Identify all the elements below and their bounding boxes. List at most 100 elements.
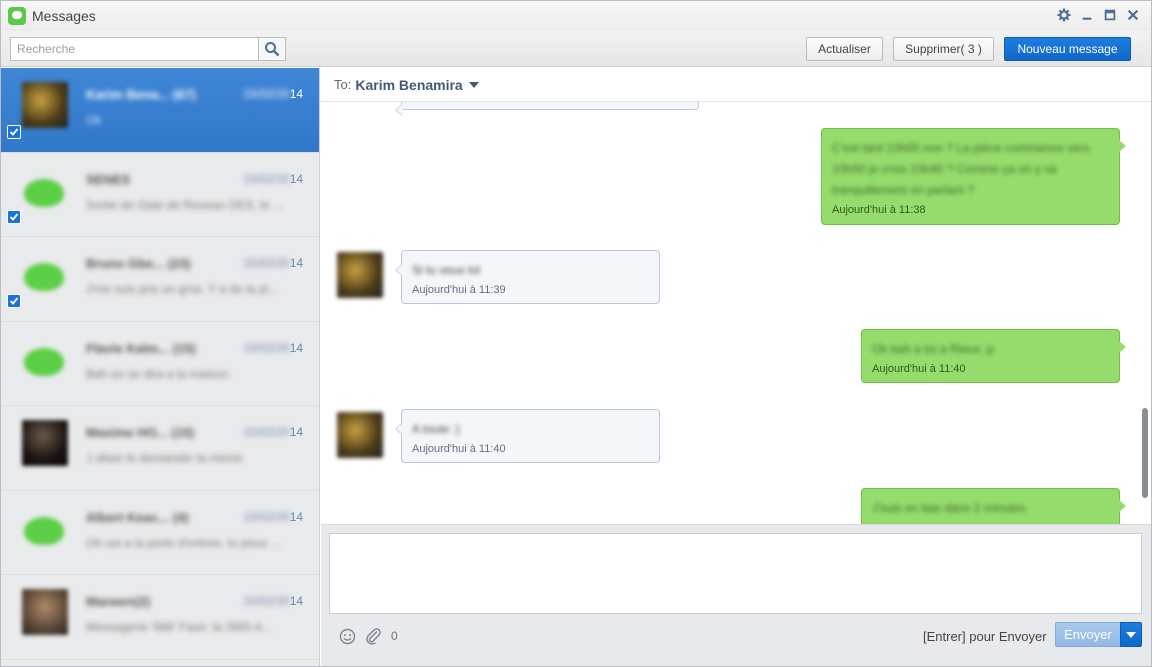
contact-avatar (22, 82, 68, 128)
message-bubble-outgoing: Ok bah a toi a Rieux :p Aujourd'hui à 11… (861, 329, 1126, 383)
new-message-button[interactable]: Nouveau message (1004, 37, 1131, 61)
maximize-icon[interactable] (1102, 7, 1118, 23)
conversation-date: 15/02/2014 (243, 87, 303, 101)
contact-name: Albert Keac... (4) (86, 509, 189, 525)
message-bubble-incoming: Si tu veux lol Aujourd'hui à 11:39 (395, 250, 660, 304)
conversation-date: 15/02/2014 (243, 256, 303, 270)
contact-name: Karim Bena... (67) (86, 87, 196, 102)
delete-button[interactable]: Supprimer( 3 ) (893, 37, 994, 61)
chevron-down-icon (1126, 631, 1136, 638)
recipient-dropdown-icon[interactable] (468, 81, 479, 88)
conversation-date: 15/02/2014 (243, 341, 303, 355)
conversation-item[interactable]: Flavie Kalm... (15) 15/02/2014 Bah on se d… (1, 322, 319, 406)
message-input[interactable] (329, 533, 1142, 614)
contact-avatar (22, 589, 68, 635)
conversation-checkbox[interactable] (7, 125, 21, 139)
contact-name: Flavie Kalm... (15) (86, 340, 196, 356)
message-bubble-outgoing: J'suis en bas dans 2 minutes (861, 488, 1126, 524)
conversation-checkbox[interactable] (7, 209, 21, 224)
recipient-name[interactable]: Karim Benamira (355, 77, 462, 93)
send-button[interactable]: Envoyer (1055, 622, 1121, 647)
composer: 0 [Entrer] pour Envoyer Envoyer (321, 524, 1151, 666)
toolbar: Actualiser Supprimer( 3 ) Nouveau messag… (1, 31, 1151, 67)
message-bubble-incoming: A toute :) Aujourd'hui à 11:40 (395, 409, 660, 463)
date-prefix: 15/02/20 (243, 340, 290, 355)
message-time: Aujourd'hui à 11:40 (872, 363, 966, 375)
date-prefix: 15/02/20 (243, 509, 290, 524)
message-time: Aujourd'hui à 11:38 (832, 204, 926, 216)
conversation-item[interactable]: Marwen(2) 15/02/2014 Messagerie '666' Faxe… (1, 575, 319, 660)
message-text: A toute :) (412, 422, 461, 436)
message-thread: C'est tard 10h00 non ? La pièce commence… (321, 102, 1151, 524)
search-box (10, 37, 286, 61)
contact-name: Maxime HO... (15) (86, 425, 195, 440)
contact-avatar (337, 252, 383, 298)
date-suffix: 14 (289, 425, 304, 439)
message-snippet: Ok (86, 113, 102, 127)
date-prefix: 15/02/20 (243, 87, 290, 101)
contact-avatar (337, 412, 383, 458)
window-title: Messages (32, 8, 96, 24)
refresh-button[interactable]: Actualiser (806, 37, 883, 61)
close-icon[interactable] (1125, 7, 1141, 23)
search-icon (265, 42, 280, 57)
conversation-item[interactable]: SENES 15/02/2014 Sortie de Gate de Reveau … (1, 153, 319, 237)
chat-header: To: Karim Benamira (321, 68, 1151, 102)
date-suffix: 14 (289, 256, 304, 270)
contact-name: Bruno Gbe... (23) (86, 256, 191, 271)
to-label: To: (334, 77, 352, 92)
thread-scrollbar[interactable] (1142, 408, 1148, 498)
conversation-checkbox[interactable] (7, 294, 21, 308)
emoji-icon[interactable] (338, 627, 356, 645)
attachment-count: 0 (391, 629, 398, 643)
search-input[interactable] (11, 38, 258, 60)
date-suffix: 14 (289, 171, 304, 186)
date-suffix: 14 (289, 509, 304, 524)
message-text: Si tu veux lol (412, 263, 481, 277)
date-suffix: 14 (289, 594, 304, 608)
message-snippet: J allais te demander la meme (86, 451, 243, 465)
conversation-list: Karim Bena... (67) 15/02/2014 Ok SENES 15/02… (1, 68, 320, 666)
title-bar: Messages (1, 1, 1151, 31)
conversation-item[interactable]: Karim Bena... (67) 15/02/2014 Ok (1, 68, 319, 153)
date-prefix: 15/02/20 (243, 256, 290, 270)
checkmark-icon (9, 212, 19, 221)
contact-avatar (22, 167, 68, 213)
contact-avatar (22, 336, 68, 382)
date-suffix: 14 (289, 340, 304, 355)
message-snippet: Bah on se dira a la maison. (86, 366, 232, 381)
contact-name: SENES (86, 171, 131, 187)
conversation-date: 15/02/2014 (243, 425, 303, 439)
message-text: C'est tard 10h00 non ? La pièce commence… (832, 141, 1090, 197)
settings-gear-icon[interactable] (1056, 7, 1072, 23)
date-prefix: 15/02/20 (243, 594, 290, 608)
conversation-date: 15/02/2014 (243, 172, 303, 186)
message-snippet: Sortie de Gate de Reveau GES, le ... (86, 197, 283, 212)
contact-avatar (22, 251, 68, 297)
conversation-date: 15/02/2014 (243, 510, 303, 524)
conversation-item[interactable]: Maxime HO... (15) 15/02/2014 J allais te d… (1, 406, 319, 491)
message-snippet: Oh oui a la porte d'entree, tu peux ... (86, 535, 281, 550)
date-prefix: 15/02/20 (243, 425, 290, 439)
message-text: Ok bah a toi a Rieux :p (872, 342, 995, 356)
checkmark-icon (9, 128, 19, 136)
conversation-item[interactable]: Bruno Gbe... (23) 15/02/2014 J'me suis pri… (1, 237, 319, 322)
message-snippet: J'me suis pris un gros. Y a de la pl... (86, 282, 278, 296)
contact-name: Marwen(2) (86, 594, 151, 609)
message-text: J'suis en bas dans 2 minutes (872, 501, 1026, 515)
contact-avatar (22, 420, 68, 466)
messages-app-icon (8, 7, 26, 25)
search-button[interactable] (258, 38, 285, 60)
window-controls (1056, 7, 1141, 23)
message-bubble-outgoing: C'est tard 10h00 non ? La pièce commence… (821, 128, 1126, 225)
attachment-icon[interactable] (364, 627, 382, 645)
message-time: Aujourd'hui à 11:39 (412, 284, 506, 296)
minimize-icon[interactable] (1079, 7, 1095, 23)
message-time: Aujourd'hui à 11:40 (412, 443, 506, 455)
message-bubble-partial (395, 102, 699, 116)
message-snippet: Messagerie '666' Faxe: la SMS d... (86, 620, 272, 634)
conversation-item[interactable]: Albert Keac... (4) 15/02/2014 Oh oui a la … (1, 491, 319, 575)
checkmark-icon (9, 297, 19, 305)
date-prefix: 15/02/20 (243, 171, 290, 186)
send-options-dropdown[interactable] (1120, 622, 1142, 647)
